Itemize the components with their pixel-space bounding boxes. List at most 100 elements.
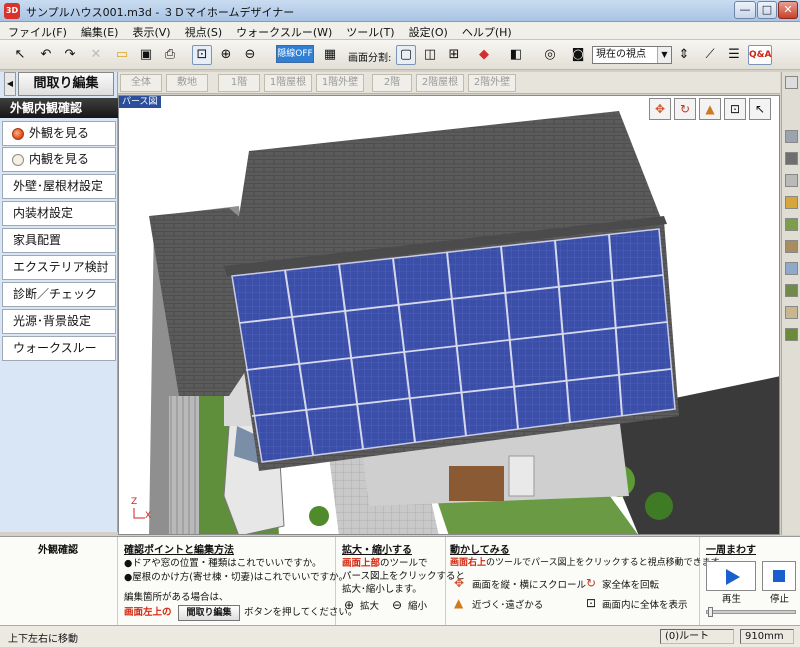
print-icon[interactable]: ⎙ [160,45,180,65]
tab-all[interactable]: 全体 [120,74,162,92]
pointer-icon[interactable]: ↖ [749,98,771,120]
near-far-icon: ▲ [454,596,464,610]
light-background-item[interactable]: 光源･背景設定 [2,309,116,334]
viewpoint-select[interactable]: 現在の視点 ▼ [592,46,672,64]
strip-tool-icon[interactable] [785,240,798,253]
menu-edit[interactable]: 編集(E) [73,22,125,40]
left-panel: ◀ 間取り編集 外観内観確認 外観を見る 内観を見る 外壁･屋根材設定 内装材設… [0,72,118,532]
strip-tool-icon[interactable] [785,152,798,165]
menu-view[interactable]: 表示(V) [124,22,176,40]
help-move-fit: 画面内に全体を表示 [602,600,688,611]
menu-file[interactable]: ファイル(F) [0,22,73,40]
material-icon[interactable]: ◎ [540,45,560,65]
zoom-out-icon[interactable]: ⊖ [240,45,260,65]
tab-floor1-roof[interactable]: 1階屋根 [264,74,312,92]
menu-viewpoint[interactable]: 視点(S) [177,22,229,40]
fit-view-icon[interactable]: ⊡ [192,45,212,65]
grid-icon[interactable]: ▦ [320,45,340,65]
chevron-down-icon: ▼ [657,47,671,63]
stop-label: 停止 [770,594,790,605]
help-zoom-red: 画面上部 [342,558,381,569]
help-zoom-section: 拡大・縮小する 画面上部のツールで パース図上をクリックすると 拡大･縮小します… [336,537,465,626]
view-exterior-label: 外観を見る [29,126,90,140]
interior-material-item[interactable]: 内装材設定 [2,201,116,226]
strip-tool-icon[interactable] [785,196,798,209]
furniture-item[interactable]: 家具配置 [2,228,116,253]
viewpoint-select-value: 現在の視点 [596,49,646,60]
strip-tool-icon[interactable] [785,306,798,319]
scroll-move-icon[interactable]: ✥ [649,98,671,120]
view-exterior-option[interactable]: 外観を見る [2,121,116,146]
strip-tool-icon[interactable] [785,218,798,231]
speed-slider-track[interactable] [706,610,796,614]
strip-tool-icon[interactable] [785,130,798,143]
exterior-study-item[interactable]: エクステリア検討 [2,255,116,280]
delete-icon[interactable]: ✕ [86,45,106,65]
speed-slider-handle[interactable] [708,607,713,617]
list-icon[interactable]: ☰ [724,45,744,65]
floor-tabs: 全体 敷地 1階 1階屋根 1階外壁 2階 2階屋根 2階外壁 [118,72,780,94]
help-zoom-line3: 拡大･縮小します。 [342,584,422,595]
tab-floor2[interactable]: 2階 [372,74,412,92]
floor-plan-edit-button[interactable]: 間取り編集 [18,72,114,96]
maximize-button[interactable]: □ [757,1,777,19]
split-two-icon[interactable]: ◫ [420,45,440,65]
help-edit-title: 確認ポイントと編集方法 [124,545,234,556]
camera-icon[interactable]: ◙ [568,45,588,65]
tab-floor2-wall[interactable]: 2階外壁 [468,74,516,92]
strip-tool-icon[interactable] [785,262,798,275]
strip-tool-icon[interactable] [785,174,798,187]
undo-icon[interactable]: ↶ [36,45,56,65]
menu-settings[interactable]: 設定(O) [401,22,454,40]
view-interior-option[interactable]: 内観を見る [2,147,116,172]
walkthrough-item[interactable]: ウォークスルー [2,336,116,361]
hidden-line-toggle[interactable]: 隠線OFF [276,45,314,63]
tab-floor1[interactable]: 1階 [218,74,260,92]
near-far-icon[interactable]: ▲ [699,98,721,120]
close-button[interactable]: ✕ [778,1,798,19]
zoom-in-icon[interactable]: ⊕ [216,45,236,65]
perspective-viewport[interactable]: Z X パース図 ✥ ↻ ▲ ⊡ ↖ [118,95,780,535]
stop-button[interactable] [762,561,796,591]
wall-roof-material-item[interactable]: 外壁･屋根材設定 [2,174,116,199]
strip-tool-icon[interactable] [785,284,798,297]
save-icon[interactable]: ▣ [136,45,156,65]
strip-tool-icon[interactable] [785,328,798,341]
redo-icon[interactable]: ↷ [60,45,80,65]
rotate-icon: ↻ [586,576,597,590]
status-bar: 上下左右に移動 (0)ルート 910mm [0,625,800,647]
play-button[interactable] [706,561,756,591]
menu-bar: ファイル(F) 編集(E) 表示(V) 視点(S) ウォークスルー(W) ツール(T) 設定… [0,22,800,40]
paint-icon[interactable]: ◆ [474,45,494,65]
help-move-title: 動かしてみる [450,545,510,556]
measure-icon[interactable]: ⟋ [700,45,720,65]
tab-site[interactable]: 敷地 [166,74,208,92]
qa-button[interactable]: Q&A [748,45,772,65]
diagnosis-check-item[interactable]: 診断／チェック [2,282,116,307]
menu-walkthrough[interactable]: ウォークスルー(W) [228,22,338,40]
minimize-button[interactable]: — [734,1,756,19]
help-tour-section: 一周まわす 再生 停止 [700,537,800,626]
zoom-out-icon: ⊖ [392,598,403,612]
fit-to-screen-icon[interactable]: ⊡ [724,98,746,120]
help-edit-line: ●ドアや窓の位置・種類はこれでいいですか。 [124,558,322,569]
rotate-icon[interactable]: ↻ [674,98,696,120]
collapse-right-icon[interactable] [785,76,798,89]
floor-plan-edit-mini-button[interactable]: 間取り編集 [178,605,240,621]
tab-floor2-roof[interactable]: 2階屋根 [416,74,464,92]
menu-help[interactable]: ヘルプ(H) [454,22,518,40]
box-icon[interactable]: ◧ [506,45,526,65]
toolbar: ↖ ↶ ↷ ✕ ▭ ▣ ⎙ ⊡ ⊕ ⊖ 隠線OFF ▦ 画面分割: ▢ ◫ ⊞ … [0,40,800,70]
menu-tools[interactable]: ツール(T) [338,22,400,40]
single-view-icon[interactable]: ▢ [396,45,416,65]
help-move-red: 画面右上 [450,558,487,568]
help-tour-title: 一周まわす [706,545,756,556]
stepper-icon[interactable]: ⇕ [674,45,694,65]
tab-floor1-wall[interactable]: 1階外壁 [316,74,364,92]
select-pointer-icon[interactable]: ↖ [10,45,30,65]
screen-split-label: 画面分割: [348,53,392,64]
collapse-panel-icon[interactable]: ◀ [4,72,16,96]
split-four-icon[interactable]: ⊞ [444,45,464,65]
help-move-section: 動かしてみる 画面右上のツールでパース図上をクリックすると視点移動できます。 ✥… [446,537,728,626]
open-folder-icon[interactable]: ▭ [112,45,132,65]
